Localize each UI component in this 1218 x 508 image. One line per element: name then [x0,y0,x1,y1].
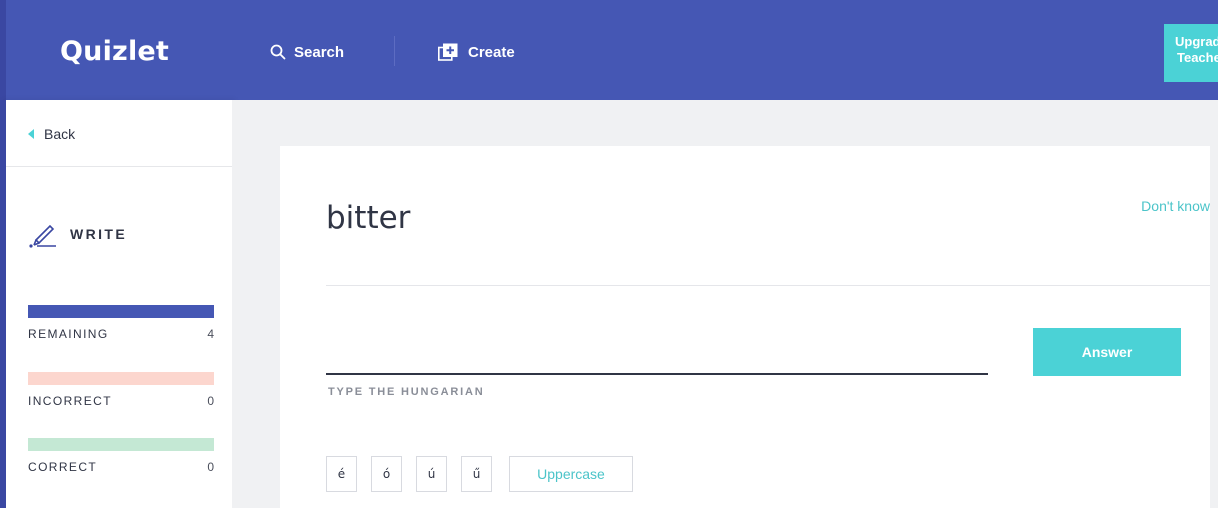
back-link[interactable]: Back [28,126,75,142]
term-prompt: bitter [326,200,411,236]
char-button-e-acute[interactable]: é [326,456,357,492]
char-button-o-acute[interactable]: ó [371,456,402,492]
top-navigation-bar: Quizlet Search Create Upgrade Teacher [0,0,1218,100]
upgrade-label-line2: Teacher [1177,50,1218,65]
correct-progress-bar [28,438,214,451]
char-button-u-double-acute[interactable]: ű [461,456,492,492]
answer-input[interactable] [326,341,988,375]
study-mode-header: WRITE [28,220,127,248]
stat-correct: CORRECT 0 [28,438,214,474]
back-arrow-icon [28,129,34,139]
nav-divider [394,36,395,66]
card-divider [326,285,1210,286]
question-card: bitter Don't know TYPE THE HUNGARIAN Ans… [280,146,1210,508]
upgrade-teacher-button[interactable]: Upgrade Teacher [1164,24,1218,82]
create-label: Create [468,43,515,61]
incorrect-count: 0 [207,394,214,408]
sidebar: Back WRITE REMAINING 4 INCORRECT 0 CORRE… [0,100,232,508]
create-icon [438,43,458,61]
dont-know-link[interactable]: Don't know [1141,198,1210,214]
search-button[interactable]: Search [270,40,344,64]
incorrect-label: INCORRECT [28,394,112,408]
upgrade-label-line1: Upgrade [1175,34,1218,49]
create-button[interactable]: Create [438,40,515,64]
remaining-count: 4 [207,327,214,341]
incorrect-progress-bar [28,372,214,385]
back-label: Back [44,126,76,142]
remaining-label: REMAINING [28,327,109,341]
correct-count: 0 [207,460,214,474]
char-button-u-acute[interactable]: ú [416,456,447,492]
sidebar-divider [6,166,232,167]
remaining-progress-bar [28,305,214,318]
answer-input-hint: TYPE THE HUNGARIAN [328,386,485,398]
special-character-bar: é ó ú ű Uppercase [326,456,633,492]
stat-remaining: REMAINING 4 [28,305,214,341]
quizlet-logo[interactable]: Quizlet [60,36,169,67]
search-icon [270,44,286,60]
uppercase-toggle-button[interactable]: Uppercase [509,456,633,492]
write-pen-icon [29,224,56,248]
stat-incorrect: INCORRECT 0 [28,372,214,408]
correct-label: CORRECT [28,460,98,474]
search-label: Search [294,43,345,61]
mode-label: WRITE [70,226,128,242]
answer-button[interactable]: Answer [1033,328,1181,376]
